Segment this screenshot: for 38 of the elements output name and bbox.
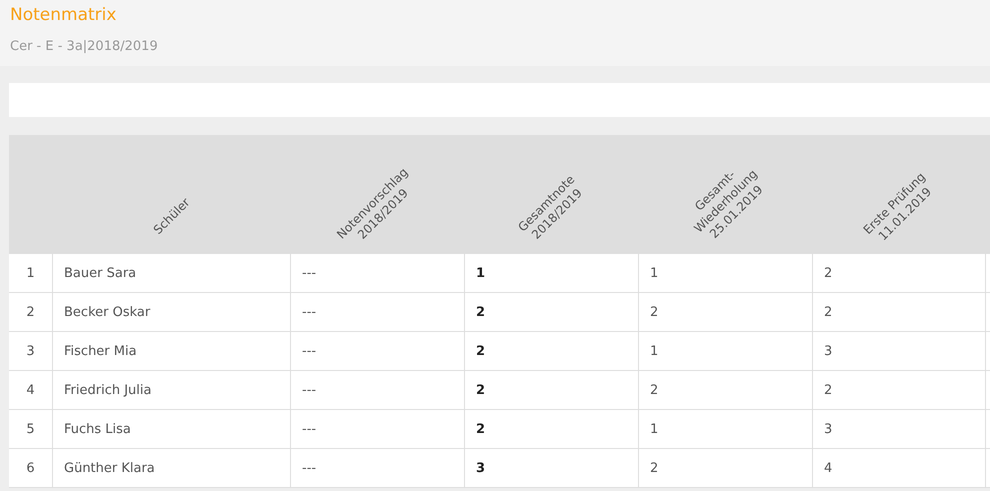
table-cell: 2 [465, 371, 638, 409]
table-cell: 2 [465, 293, 638, 331]
table-cell: Fuchs Lisa [53, 410, 290, 448]
table-cell: --- [291, 293, 464, 331]
table-cell: 2 [813, 254, 985, 292]
table-cell: 4 [813, 449, 985, 487]
table-cell: 2 [813, 371, 985, 409]
table-cell: Bauer Sara [53, 254, 290, 292]
table-cell: Becker Oskar [53, 293, 290, 331]
table-cell: 1 [639, 410, 812, 448]
table-cell: 2 [639, 449, 812, 487]
table-cell: 3 [813, 410, 985, 448]
row-number: 1 [9, 254, 52, 292]
table-cell: 2 [639, 293, 812, 331]
page-title: Notenmatrix [10, 5, 116, 25]
table-cell: 1 [639, 254, 812, 292]
table-cell: 2 [813, 293, 985, 331]
table-cell: 2 [465, 410, 638, 448]
row-number: 5 [9, 410, 52, 448]
table-cell: 1 [465, 254, 638, 292]
table-cell: --- [291, 410, 464, 448]
table-cell: --- [291, 449, 464, 487]
table-cell: Friedrich Julia [53, 371, 290, 409]
table-cell: Fischer Mia [53, 332, 290, 370]
row-number: 6 [9, 449, 52, 487]
table-cell: 1 [639, 332, 812, 370]
row-number: 2 [9, 293, 52, 331]
table-cell: 3 [465, 449, 638, 487]
row-number: 3 [9, 332, 52, 370]
table-cell: 2 [639, 371, 812, 409]
table-cell: --- [291, 332, 464, 370]
table-cell: --- [291, 254, 464, 292]
row-number: 4 [9, 371, 52, 409]
table-cell: 2 [465, 332, 638, 370]
class-subtitle: Cer - E - 3a|2018/2019 [10, 39, 158, 54]
table-cell: 3 [813, 332, 985, 370]
table-cell: Günther Klara [53, 449, 290, 487]
table-cell: --- [291, 371, 464, 409]
